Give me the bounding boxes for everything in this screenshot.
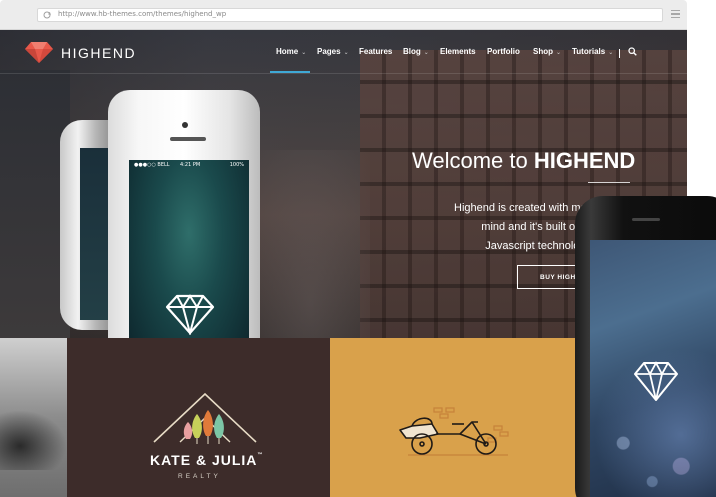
hero-heading-rule (588, 182, 630, 183)
chevron-down-icon: ⌄ (608, 50, 614, 56)
phone-time: 4:21 PM (180, 162, 201, 168)
kate-julia-subtitle: REALTY (178, 473, 221, 480)
url-text: http://www.hb-themes.com/themes/highend_… (58, 10, 227, 18)
diamond-icon (634, 361, 678, 401)
search-icon[interactable] (628, 47, 637, 56)
nav-item-blog[interactable]: Blog ⌄ (403, 47, 429, 56)
address-bar[interactable]: http://www.hb-themes.com/themes/highend_… (37, 8, 663, 22)
browser-menu-icon[interactable] (671, 10, 680, 19)
large-phone-speaker (632, 218, 660, 221)
phone-battery: 100% (229, 162, 244, 168)
nav-item-elements[interactable]: Elements (440, 47, 476, 56)
phone-camera (182, 122, 188, 128)
hero-heading-brand: HIGHEND (533, 148, 636, 173)
nav-item-features[interactable]: Features (359, 47, 392, 56)
nav-item-home[interactable]: Home ⌄ (276, 47, 306, 56)
portfolio-tile-landscape-rock (0, 410, 67, 470)
header-divider (0, 73, 687, 74)
mountain-trees-logo-icon (153, 392, 257, 444)
chevron-down-icon: ⌄ (556, 50, 562, 56)
phone-carrier: ●●●○○ BELL (134, 162, 170, 168)
browser-toolbar: http://www.hb-themes.com/themes/highend_… (0, 0, 687, 30)
chevron-down-icon: ⌄ (423, 50, 429, 56)
nav-item-tutorials[interactable]: Tutorials ⌄ (572, 47, 613, 56)
chevron-down-icon: ⌄ (301, 50, 307, 56)
large-phone-bokeh (600, 420, 716, 497)
chevron-down-icon: ⌄ (343, 50, 349, 56)
diamond-icon (165, 294, 215, 335)
nav-separator (619, 49, 620, 58)
logo-gem-icon[interactable] (24, 40, 54, 64)
rickshaw-bicycle-icon (399, 407, 509, 456)
refresh-icon[interactable] (42, 10, 52, 20)
phone-speaker (170, 137, 206, 141)
nav-item-pages[interactable]: Pages ⌄ (317, 47, 349, 56)
nav-item-shop[interactable]: Shop ⌄ (533, 47, 561, 56)
nav-active-indicator (270, 71, 310, 73)
nav-item-portfolio[interactable]: Portfolio (487, 47, 520, 56)
kate-julia-title: KATE & JULIA™ (150, 452, 264, 468)
hero-heading: Welcome to HIGHEND (412, 148, 636, 173)
logo-text[interactable]: HIGHEND (61, 45, 136, 61)
